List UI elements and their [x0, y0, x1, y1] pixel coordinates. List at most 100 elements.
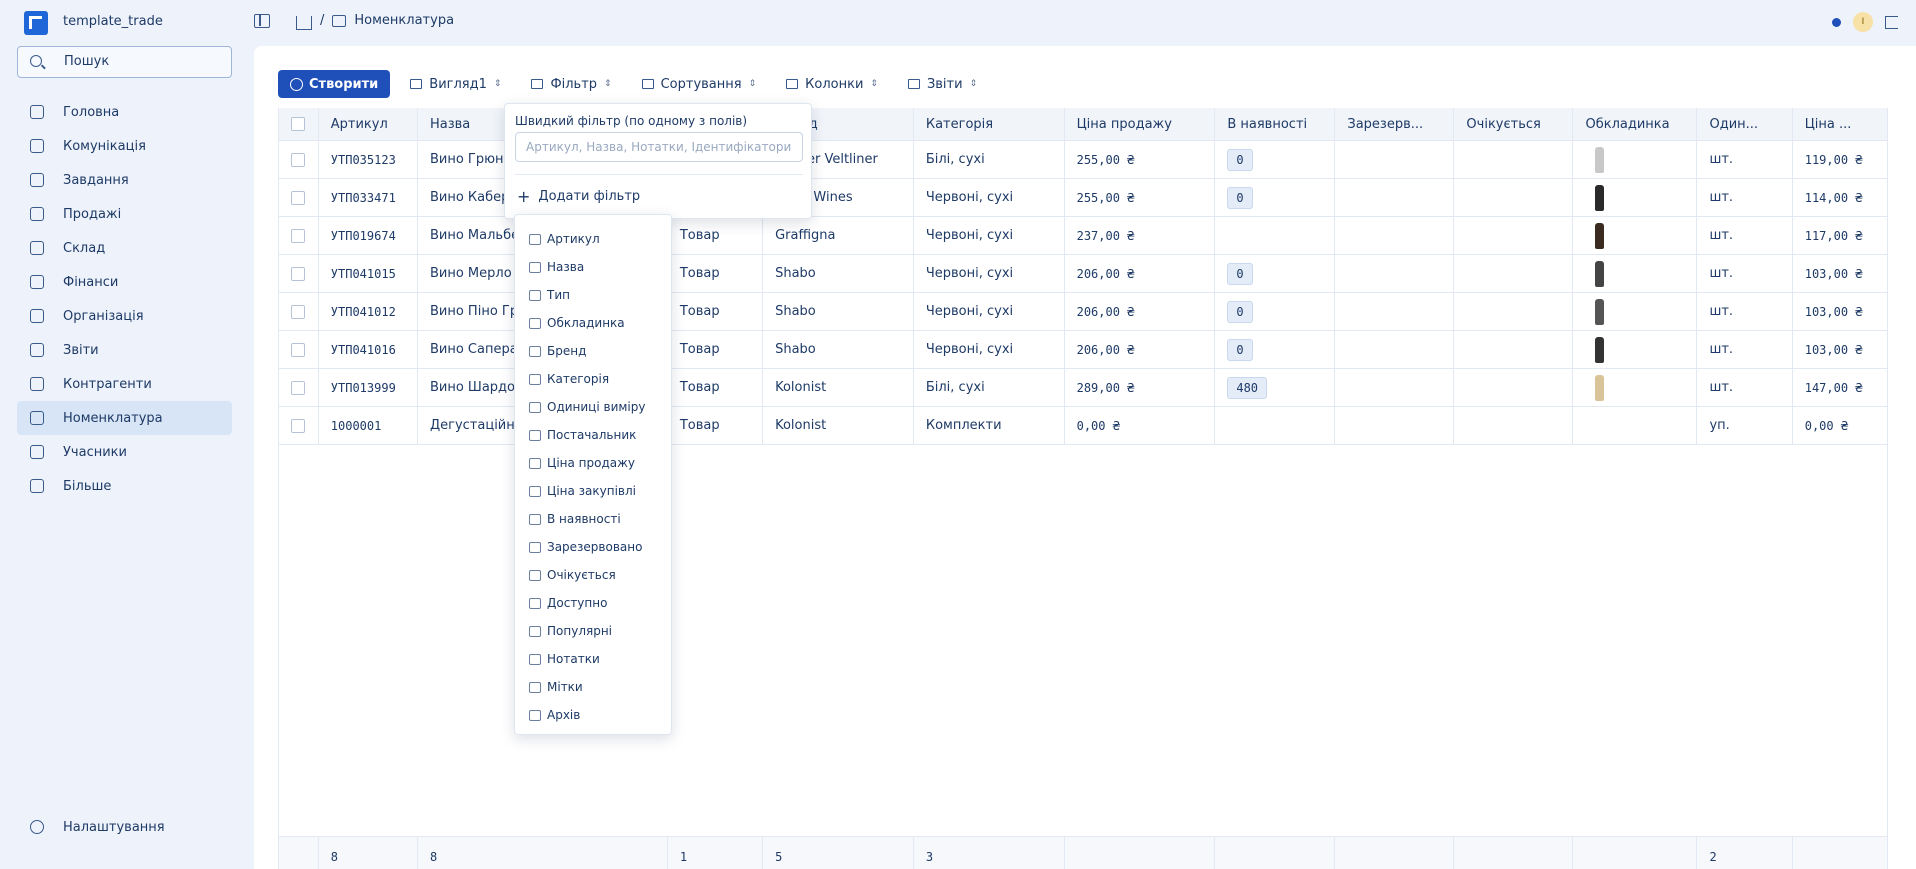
quick-filter-input[interactable]: Артикул, Назва, Нотатки, Ідентифікатори [515, 132, 803, 162]
filter-field-item[interactable]: Архів [515, 701, 671, 729]
sidebar-item[interactable]: Фінанси [17, 265, 232, 299]
cell-brand: Kolonist [763, 407, 914, 444]
stock-cell [1215, 407, 1336, 444]
filter-field-label: Тип [547, 288, 570, 302]
sidebar-item[interactable]: Більше [17, 469, 232, 503]
reports-dropdown[interactable]: Звіти ⇕ [907, 77, 977, 92]
view-dropdown[interactable]: Вигляд1 ⇕ [410, 77, 501, 92]
filter-field-item[interactable]: Популярні [515, 617, 671, 645]
row-checkbox[interactable] [291, 190, 305, 205]
reserve-icon [529, 541, 541, 553]
column-header[interactable]: Категорія [914, 108, 1065, 140]
filter-field-item[interactable]: Категорія [515, 365, 671, 393]
filter-field-item[interactable]: Нотатки [515, 645, 671, 673]
sidebar-item[interactable]: Склад [17, 231, 232, 265]
product-thumbnail[interactable] [1595, 374, 1605, 401]
column-header[interactable]: Очікується [1454, 108, 1574, 140]
column-header[interactable]: Артикул [319, 108, 418, 140]
cell-cost: 103,00 ₴ [1793, 331, 1888, 368]
create-button[interactable]: Створити [278, 70, 391, 98]
logout-icon[interactable] [1885, 15, 1898, 29]
row-checkbox[interactable] [291, 342, 305, 357]
search-input[interactable]: Пошук [17, 46, 232, 78]
sort-dropdown[interactable]: Сортування ⇕ [641, 76, 756, 92]
filter-field-item[interactable]: Ціна закупівлі [515, 477, 671, 505]
add-filter-button[interactable]: + Додати фільтр [517, 187, 640, 206]
stock-cell: 480 [1215, 369, 1336, 406]
text-icon [529, 261, 541, 273]
filter-field-item[interactable]: Обкладинка [515, 309, 671, 337]
filter-field-item[interactable]: Доступно [515, 589, 671, 617]
cell-cost: 103,00 ₴ [1793, 293, 1888, 330]
column-header[interactable]: Ціна ... [1793, 108, 1888, 140]
footer-count [1454, 837, 1574, 869]
cover-cell [1573, 407, 1698, 444]
row-checkbox[interactable] [291, 152, 305, 167]
empty-cell [1335, 179, 1455, 216]
barcode-icon [332, 14, 347, 27]
filter-field-item[interactable]: Артикул [515, 225, 671, 253]
product-thumbnail[interactable] [1595, 260, 1605, 287]
stock-badge: 0 [1227, 338, 1253, 361]
empty-cell [1454, 293, 1574, 330]
product-thumbnail[interactable] [1595, 222, 1605, 249]
filter-field-item[interactable]: Постачальник [515, 421, 671, 449]
product-thumbnail[interactable] [1595, 184, 1605, 211]
cell-unit: шт. [1697, 217, 1793, 254]
sidebar-item[interactable]: Номенклатура [17, 401, 232, 435]
filter-dropdown[interactable]: Фільтр ⇕ [531, 77, 612, 92]
column-header[interactable]: Один... [1697, 108, 1793, 140]
sidebar-item[interactable]: Головна [17, 95, 232, 129]
warehouse-icon [30, 241, 44, 255]
sidebar-toggle-icon[interactable] [254, 14, 270, 28]
filter-field-item[interactable]: Одиниці виміру [515, 393, 671, 421]
avatar[interactable]: I [1853, 12, 1873, 32]
sort-label: Сортування [660, 76, 742, 92]
column-header[interactable]: Обкладинка [1573, 108, 1698, 140]
column-header[interactable]: В наявності [1215, 108, 1336, 140]
sidebar-item[interactable]: Звіти [17, 333, 232, 367]
chart-icon [30, 343, 44, 357]
select-all-checkbox[interactable] [291, 117, 305, 131]
filter-field-item[interactable]: Зарезервовано [515, 533, 671, 561]
column-header[interactable]: Ціна продажу [1065, 108, 1216, 140]
cell-cat: Комплекти [914, 407, 1065, 444]
product-thumbnail[interactable] [1595, 336, 1605, 363]
product-thumbnail[interactable] [1595, 146, 1605, 173]
sidebar-item[interactable]: Контрагенти [17, 367, 232, 401]
filter-field-item[interactable]: Тип [515, 281, 671, 309]
supplier-icon [529, 429, 541, 441]
sidebar-item[interactable]: Продажі [17, 197, 232, 231]
row-checkbox-cell [279, 369, 319, 406]
app-title[interactable]: template_trade [63, 14, 163, 29]
sidebar-item[interactable]: Комунікація [17, 129, 232, 163]
filter-field-item[interactable]: Ціна продажу [515, 449, 671, 477]
row-checkbox[interactable] [291, 228, 305, 243]
filter-field-item[interactable]: Мітки [515, 673, 671, 701]
column-header[interactable]: Зарезерв... [1335, 108, 1455, 140]
breadcrumb-current[interactable]: Номенклатура [354, 13, 454, 28]
row-checkbox[interactable] [291, 418, 305, 433]
cover-cell [1573, 331, 1698, 368]
row-checkbox[interactable] [291, 380, 305, 395]
sidebar-item[interactable]: Завдання [17, 163, 232, 197]
sidebar-item-settings[interactable]: Налаштування [17, 810, 232, 844]
columns-dropdown[interactable]: Колонки ⇕ [786, 77, 878, 92]
cell-price: 206,00 ₴ [1065, 331, 1216, 368]
columns-label: Колонки [805, 76, 864, 92]
row-checkbox[interactable] [291, 304, 305, 319]
empty-cell [1454, 255, 1574, 292]
filter-field-item[interactable]: В наявності [515, 505, 671, 533]
app-logo[interactable] [24, 11, 48, 35]
sidebar-item[interactable]: Учасники [17, 435, 232, 469]
filter-field-item[interactable]: Назва [515, 253, 671, 281]
row-checkbox[interactable] [291, 266, 305, 281]
filter-field-item[interactable]: Очікується [515, 561, 671, 589]
home-icon[interactable] [296, 15, 312, 30]
product-thumbnail[interactable] [1595, 298, 1605, 325]
stock-cell: 0 [1215, 331, 1336, 368]
stock-cell: 0 [1215, 179, 1336, 216]
filter-field-item[interactable]: Бренд [515, 337, 671, 365]
tag-icon [529, 457, 541, 469]
sidebar-item[interactable]: Організація [17, 299, 232, 333]
